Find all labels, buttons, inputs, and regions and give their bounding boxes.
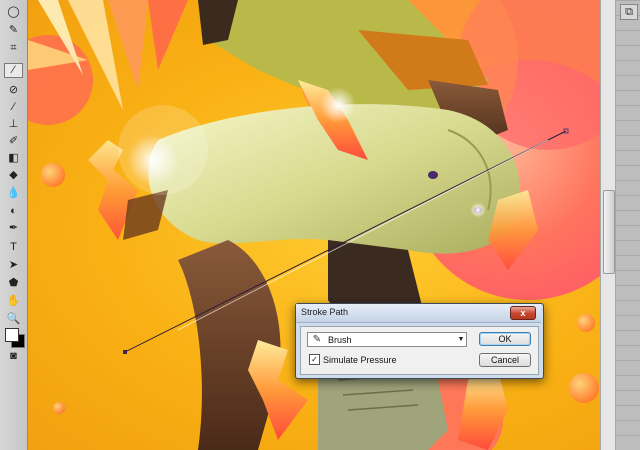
panel-glyph: ⧉ <box>625 5 633 18</box>
crop-icon[interactable]: ⌗ <box>4 41 23 56</box>
chevron-down-icon[interactable]: ▼ <box>456 336 466 343</box>
vertical-scrollbar[interactable] <box>600 0 616 450</box>
quick-mask-icon[interactable]: ◙ <box>4 349 23 364</box>
panel-icon[interactable]: ⧉ <box>620 4 638 20</box>
stroke-path-dialog: Stroke Path x ✎ Brush ▼ ✓ Simulate Press… <box>295 303 544 379</box>
document-canvas[interactable] <box>28 0 600 450</box>
simulate-pressure-label: Simulate Pressure <box>323 354 397 365</box>
simulate-pressure-row[interactable]: ✓ Simulate Pressure <box>309 354 397 365</box>
path-anchor-start[interactable] <box>123 350 127 354</box>
hand-icon[interactable]: ✋ <box>4 294 23 309</box>
foreground-color-swatch[interactable] <box>5 328 19 342</box>
dodge-icon[interactable]: ◐ <box>4 204 23 219</box>
history-brush-icon[interactable]: ✐ <box>4 134 23 149</box>
cancel-label: Cancel <box>490 355 519 365</box>
tool-select-value: Brush <box>328 334 352 345</box>
bandage-icon[interactable]: ⊘ <box>4 83 23 98</box>
checkmark-icon: ✓ <box>311 354 318 364</box>
ok-label: OK <box>498 334 512 344</box>
dialog-body: ✎ Brush ▼ ✓ Simulate Pressure OK Cancel <box>300 326 539 375</box>
tools-panel: ◯ ✎ ⌗ ⁄ ⊘ ∕ ⊥ ✐ ◧ ◆ 💧 ◐ ✒ T ➤ ⬟ ✋ 🔍 ◙ <box>0 0 28 450</box>
shape-icon[interactable]: ⬟ <box>4 276 23 291</box>
tool-select[interactable]: ✎ Brush ▼ <box>307 332 467 347</box>
cancel-button[interactable]: Cancel <box>479 353 531 367</box>
pen-icon[interactable]: ✒ <box>4 221 23 236</box>
panel-dock: ⧉ <box>616 0 640 450</box>
close-button[interactable]: x <box>510 306 536 320</box>
paint-bucket-icon[interactable]: ◆ <box>4 168 23 183</box>
artwork <box>28 0 600 450</box>
eyedropper-icon[interactable]: ⁄ <box>4 63 23 78</box>
brush-icon: ✎ <box>312 334 322 345</box>
type-icon[interactable]: T <box>4 240 23 255</box>
lasso-icon[interactable]: ◯ <box>4 5 23 20</box>
scrollbar-thumb[interactable] <box>603 190 615 274</box>
dialog-titlebar[interactable]: Stroke Path x <box>296 304 541 323</box>
zoom-icon[interactable]: 🔍 <box>4 312 23 327</box>
arrow-icon[interactable]: ➤ <box>4 258 23 273</box>
close-icon: x <box>520 308 526 318</box>
stamp-icon[interactable]: ⊥ <box>4 117 23 132</box>
simulate-pressure-checkbox[interactable]: ✓ <box>309 354 320 365</box>
brush-icon[interactable]: ∕ <box>4 100 23 115</box>
eraser-icon[interactable]: ◧ <box>4 151 23 166</box>
drop-icon[interactable]: 💧 <box>4 186 23 201</box>
ok-button[interactable]: OK <box>479 332 531 346</box>
dialog-title: Stroke Path <box>301 307 349 317</box>
magic-wand-icon[interactable]: ✎ <box>4 23 23 38</box>
